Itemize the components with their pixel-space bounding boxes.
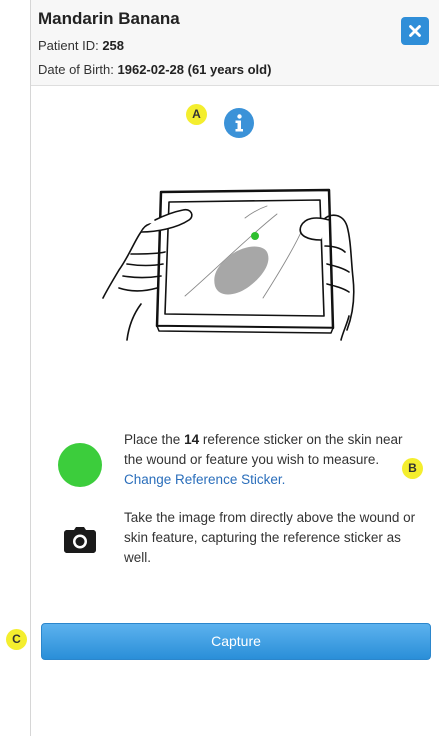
date-of-birth-row: Date of Birth: 1962-02-28 (61 years old) (38, 62, 271, 77)
sticker-instruction: Place the 14 reference sticker on the sk… (124, 430, 416, 490)
sticker-count: 14 (184, 432, 200, 447)
camera-instruction: Take the image from directly above the w… (124, 510, 416, 565)
annotation-badge-b: B (402, 458, 423, 479)
patient-id-row: Patient ID: 258 (38, 38, 124, 53)
patient-id-label: Patient ID: (38, 38, 99, 53)
sticker-text-prefix: Place the (124, 432, 181, 447)
change-reference-sticker-link[interactable]: Change Reference Sticker. (124, 472, 285, 487)
patient-header: Mandarin Banana Patient ID: 258 Date of … (31, 0, 439, 86)
info-icon[interactable] (224, 108, 254, 138)
close-button[interactable] (401, 17, 429, 45)
patient-name: Mandarin Banana (38, 9, 180, 28)
capture-illustration (102, 188, 355, 341)
dob-value: 1962-02-28 (61 years old) (117, 62, 272, 77)
reference-sticker-icon (58, 443, 102, 487)
annotation-badge-c: C (6, 629, 27, 650)
patient-id-value: 258 (102, 38, 125, 53)
left-border (30, 0, 31, 736)
close-icon (409, 25, 421, 37)
capture-button[interactable]: Capture (41, 623, 431, 660)
camera-icon (64, 527, 96, 553)
dob-label: Date of Birth: (38, 62, 114, 77)
annotation-badge-a: A (186, 104, 207, 125)
